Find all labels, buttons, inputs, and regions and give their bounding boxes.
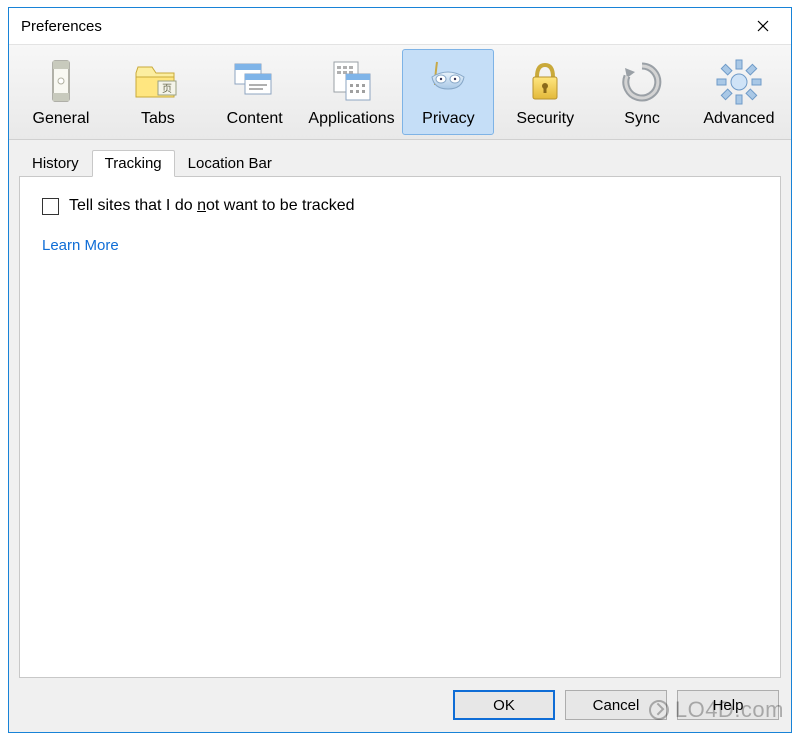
toolbar-item-label: Privacy (422, 110, 474, 128)
content-area: History Tracking Location Bar Tell sites… (9, 140, 791, 678)
do-not-track-checkbox[interactable] (42, 198, 59, 215)
tabstrip: History Tracking Location Bar (19, 150, 781, 176)
tab-history[interactable]: History (19, 150, 92, 176)
toolbar-item-sync[interactable]: Sync (596, 49, 688, 135)
toolbar-item-security[interactable]: Security (499, 49, 591, 135)
sync-icon (616, 56, 668, 108)
toolbar-item-privacy[interactable]: Privacy (402, 49, 494, 135)
toolbar-item-label: Applications (308, 110, 394, 128)
general-icon (35, 56, 87, 108)
applications-icon (326, 56, 378, 108)
toolbar-item-content[interactable]: Content (209, 49, 301, 135)
tabs-icon: 页 (132, 56, 184, 108)
advanced-icon (713, 56, 765, 108)
toolbar-item-label: Tabs (141, 110, 175, 128)
preferences-window: Preferences General (8, 7, 792, 733)
tab-tracking[interactable]: Tracking (92, 150, 175, 177)
ok-button[interactable]: OK (453, 690, 555, 720)
learn-more-link[interactable]: Learn More (42, 237, 119, 254)
help-button[interactable]: Help (677, 690, 779, 720)
svg-text:页: 页 (162, 83, 172, 95)
toolbar-item-tabs[interactable]: 页 Tabs (112, 49, 204, 135)
content-icon (229, 56, 281, 108)
toolbar-item-label: Security (516, 110, 574, 128)
toolbar-item-general[interactable]: General (15, 49, 107, 135)
do-not-track-label[interactable]: Tell sites that I do not want to be trac… (69, 197, 355, 215)
privacy-icon (422, 56, 474, 108)
security-icon (519, 56, 571, 108)
toolbar: General 页 Tabs (9, 44, 791, 140)
toolbar-item-label: General (33, 110, 90, 128)
toolbar-item-advanced[interactable]: Advanced (693, 49, 785, 135)
toolbar-item-label: Content (227, 110, 283, 128)
window-title: Preferences (21, 18, 102, 35)
toolbar-item-applications[interactable]: Applications (306, 49, 398, 135)
cancel-button[interactable]: Cancel (565, 690, 667, 720)
toolbar-item-label: Sync (624, 110, 660, 128)
dialog-footer: OK Cancel Help (9, 678, 791, 732)
tabpanel-tracking: Tell sites that I do not want to be trac… (19, 176, 781, 678)
tab-location-bar[interactable]: Location Bar (175, 150, 285, 176)
do-not-track-row: Tell sites that I do not want to be trac… (42, 197, 758, 215)
titlebar: Preferences (9, 8, 791, 44)
toolbar-item-label: Advanced (703, 110, 774, 128)
close-icon[interactable] (743, 12, 783, 40)
